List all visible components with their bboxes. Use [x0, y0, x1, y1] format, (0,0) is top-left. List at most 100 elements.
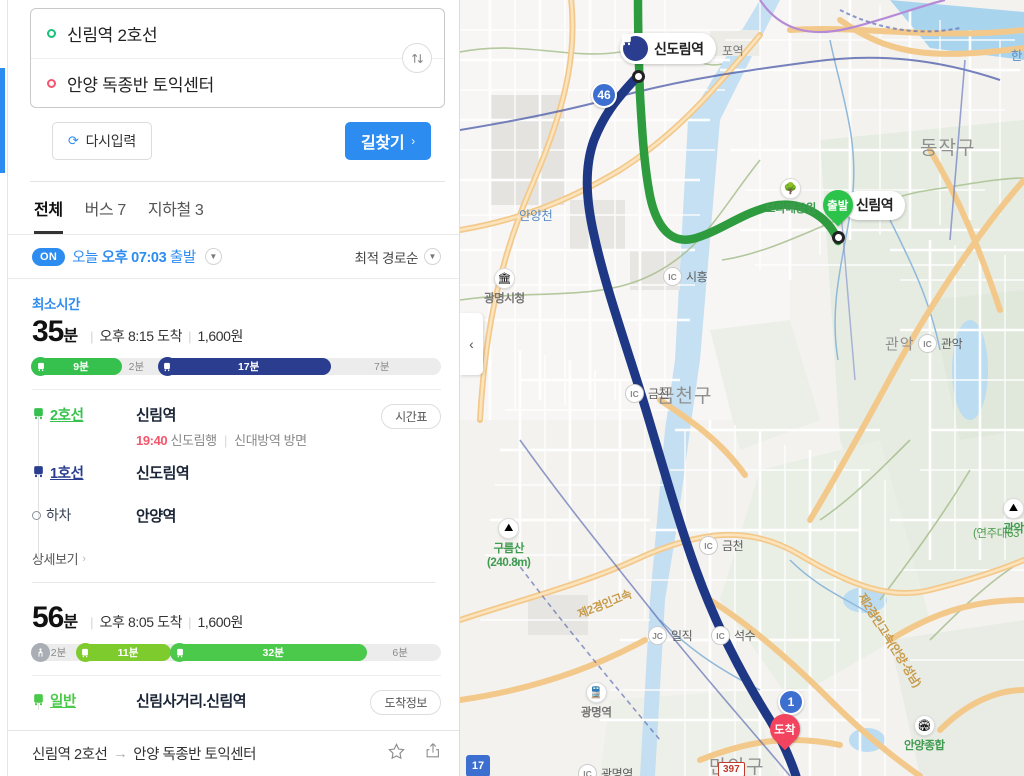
search-section: 신림역 2호선 안양 독종반 토익센터 ⟳ 다시입력 길찾기 › — [8, 0, 459, 182]
route-steps: 일반 신림사거리.신림역 도착정보 — [32, 676, 441, 720]
map-poi-anyang-complex[interactable]: 🏟 안양종합 — [904, 715, 945, 753]
map-canvas[interactable]: ‹ 신도림역 출발 신림역 도착 46 1 17 397 동작구 금천구 관악 … — [460, 0, 1024, 776]
mountain-icon: ⛰ — [498, 518, 520, 539]
show-detail-link[interactable]: 상세보기 › — [32, 549, 86, 568]
share-icon[interactable] — [424, 742, 442, 766]
park-icon: 🌳 — [779, 178, 801, 199]
pin-drop-start: 출발 — [816, 183, 860, 227]
map-label-dongjak: 동작구 — [920, 138, 976, 159]
map-start-marker[interactable]: 출발 신림역 — [816, 183, 906, 227]
poi-label: 광명역 — [581, 707, 612, 719]
route-steps: 2호선 신림역 19:40 신도림행 | 신대방역 방면 시간표 1호선 신도림… — [32, 390, 441, 569]
map-collapse-button[interactable]: ‹ — [460, 313, 483, 375]
origin-input[interactable]: 신림역 2호선 — [67, 21, 158, 46]
map-poi-gwangmyeong-city-hall[interactable]: 🏛 광명시청 — [484, 268, 525, 306]
map-label-han: 한 — [1010, 49, 1023, 63]
step-line-name[interactable]: 1호선 — [50, 462, 84, 483]
destination-dot-icon — [47, 78, 56, 88]
sort-selector[interactable]: 최적 경로순 ▼ — [355, 247, 441, 267]
route-card[interactable]: 최소시간 35 분 | 오후 8:15 도착 | 1,600원 9분 2분 17… — [8, 279, 459, 569]
map-label-poyeok: 포역 — [722, 44, 744, 58]
timeline-segment: 2분 — [31, 643, 77, 662]
timeline-segment: 7분 — [330, 358, 441, 375]
tab-subway[interactable]: 지하철 3 — [148, 196, 204, 234]
map-poi-gureumsan[interactable]: ⛰ 구름산 (240.8m) — [487, 518, 531, 569]
step-direction: 신대방역 방면 — [234, 433, 307, 448]
ic-label: 관악 — [941, 337, 963, 351]
highway-shield-17: 17 — [466, 755, 490, 776]
highway-shield-397: 397 — [718, 762, 745, 776]
subway-icon — [622, 34, 648, 61]
on-toggle[interactable]: ON — [32, 247, 66, 266]
pin-drop-end: 도착 — [763, 707, 807, 751]
route-card[interactable]: 56 분 | 오후 8:05 도착 | 1,600원 2분 11분 32분 6분… — [8, 583, 459, 720]
map-poi-gwangmyeong-station[interactable]: 🚆 광명역 — [581, 682, 612, 720]
star-outline-icon[interactable] — [387, 742, 406, 766]
step-body: 신림역 19:40 신도림행 | 신대방역 방면 — [136, 404, 381, 449]
jc-badge: JC — [648, 626, 667, 645]
destination-input[interactable]: 안양 독종반 토익센터 — [67, 71, 214, 96]
tab-all-label: 전체 — [34, 202, 63, 219]
timeline-segment: 9분 — [31, 357, 122, 376]
step-line-name[interactable]: 일반 — [50, 690, 76, 711]
origin-row[interactable]: 신림역 2호선 — [31, 9, 444, 58]
map-end-marker[interactable]: 도착 — [763, 707, 807, 751]
step-line-name[interactable]: 2호선 — [50, 404, 84, 425]
destination-row[interactable]: 안양 독종반 토익센터 — [31, 58, 444, 107]
find-route-button[interactable]: 길찾기 › — [345, 122, 431, 160]
tab-all[interactable]: 전체 — [34, 196, 63, 234]
step-body: 안양역 — [136, 505, 441, 526]
ic-badge: IC — [711, 626, 730, 645]
tab-subway-count: 3 — [194, 202, 204, 219]
step-line-name: 하차 — [46, 507, 71, 523]
find-label: 길찾기 — [361, 135, 405, 152]
subway-icon — [157, 357, 177, 376]
chevron-down-icon[interactable]: ▼ — [424, 248, 441, 265]
route-duration-unit: 분 — [63, 328, 79, 345]
bus-icon — [170, 643, 190, 662]
tab-bus-count: 7 — [117, 202, 126, 219]
segment-label: 17분 — [237, 361, 260, 373]
reset-button[interactable]: ⟳ 다시입력 — [52, 122, 152, 160]
bottom-destination: 안양 독종반 토익센터 — [133, 747, 256, 763]
segment-label: 32분 — [262, 647, 284, 659]
circle-icon — [32, 510, 41, 520]
departure-filter[interactable]: ON 오늘 오후 07:03 출발 ▼ — [32, 246, 222, 267]
map-ic-gwangmyeongyeok: IC 광명역 — [578, 764, 633, 776]
route-node-dot — [832, 231, 845, 244]
highway-shield-46: 46 — [591, 82, 617, 108]
ic-badge: IC — [699, 536, 718, 555]
origin-dot-icon — [47, 29, 56, 38]
refresh-icon: ⟳ — [68, 133, 79, 148]
segment-label: 9분 — [73, 361, 89, 373]
step-destination: 신도림행 — [170, 433, 217, 448]
subway-icon — [32, 465, 45, 481]
route-arrival: 오후 8:05 도착 — [99, 614, 183, 630]
step-station: 안양역 — [136, 508, 176, 525]
step-station: 신도림역 — [136, 465, 190, 482]
swap-vertical-icon[interactable] — [402, 43, 432, 73]
route-step: 일반 신림사거리.신림역 도착정보 — [32, 690, 441, 720]
map-ic-geumcheon-1: IC 금천 — [625, 384, 670, 403]
map-poi-boramae-park[interactable]: 🌳 보라매공원 — [765, 178, 816, 216]
poi-label: 보라매공원 — [765, 203, 816, 215]
timeline-segment: 2분 — [121, 358, 159, 375]
map-ic-seoksu: IC 석수 — [711, 626, 756, 645]
subway-icon — [31, 357, 50, 376]
highway-shield-1: 1 — [778, 689, 804, 715]
map-jc-iljik: JC 일직 — [648, 626, 693, 645]
map-poi-gwanak[interactable]: ⛰ 관악 — [1003, 498, 1024, 536]
map-vector-layer — [460, 0, 1024, 776]
timetable-button[interactable]: 시간표 — [381, 404, 441, 429]
jc-label: 일직 — [671, 629, 693, 643]
arrival-info-button[interactable]: 도착정보 — [370, 690, 441, 715]
bus-icon — [75, 643, 95, 662]
tab-bus[interactable]: 버스 7 — [85, 196, 127, 234]
chevron-down-icon[interactable]: ▼ — [204, 248, 222, 265]
route-duration-value: 35 — [32, 315, 64, 348]
step-station: 신림사거리.신림역 — [136, 693, 247, 710]
map-station-sindorim[interactable]: 신도림역 — [620, 33, 716, 64]
departure-prefix: 오늘 — [72, 250, 98, 266]
route-duration-value: 56 — [32, 601, 64, 634]
step-line: 하차 — [32, 505, 136, 525]
